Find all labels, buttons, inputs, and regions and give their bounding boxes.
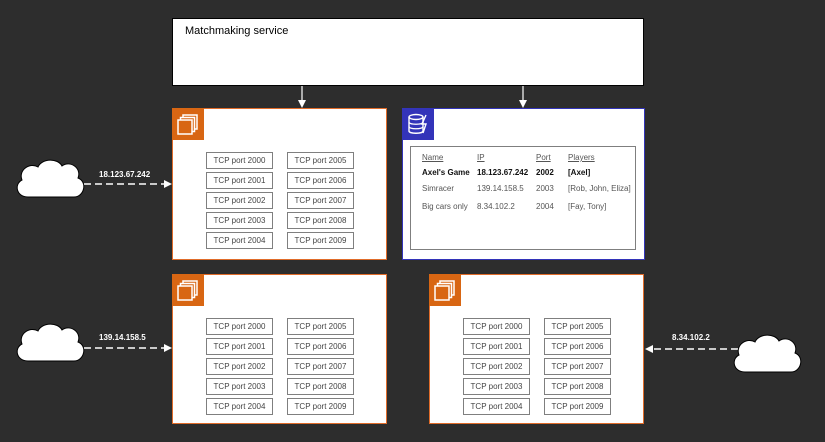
cloud-icon — [733, 334, 802, 373]
port-box: TCP port 2007 — [287, 192, 354, 209]
port-box: TCP port 2006 — [287, 172, 354, 189]
column-header-players: Players — [568, 153, 595, 162]
port-box: TCP port 2000 — [463, 318, 530, 335]
ec2-instances-icon — [428, 273, 461, 306]
port-box: TCP port 2003 — [206, 378, 273, 395]
game-server-1: TCP port 2000 TCP port 2001 TCP port 200… — [171, 107, 387, 260]
cloud-icon — [16, 323, 85, 362]
matchmaking-service-box: Matchmaking service — [172, 18, 644, 86]
port-box: TCP port 2006 — [287, 338, 354, 355]
port-box: TCP port 2003 — [206, 212, 273, 229]
table-cell-players: [Axel] — [568, 168, 591, 177]
client-ip-label-3: 8.34.102.2 — [672, 333, 710, 342]
table-cell-players: [Rob, John, Eliza] — [568, 184, 631, 193]
port-box: TCP port 2003 — [463, 378, 530, 395]
port-box: TCP port 2000 — [206, 318, 273, 335]
ec2-instances-icon — [171, 107, 204, 140]
port-box: TCP port 2004 — [463, 398, 530, 415]
port-box: TCP port 2009 — [287, 232, 354, 249]
port-box: TCP port 2001 — [206, 338, 273, 355]
port-box: TCP port 2005 — [287, 318, 354, 335]
ec2-instances-icon — [171, 273, 204, 306]
table-cell-ip: 139.14.158.5 — [477, 184, 524, 193]
port-box: TCP port 2009 — [287, 398, 354, 415]
game-database: Name IP Port Players Axel's Game 18.123.… — [401, 107, 645, 260]
port-box: TCP port 2007 — [544, 358, 611, 375]
port-box: TCP port 2009 — [544, 398, 611, 415]
port-box: TCP port 2008 — [287, 212, 354, 229]
cloud-icon — [16, 159, 85, 198]
games-table: Name IP Port Players Axel's Game 18.123.… — [410, 146, 636, 250]
port-box: TCP port 2002 — [463, 358, 530, 375]
port-box: TCP port 2000 — [206, 152, 273, 169]
port-box: TCP port 2002 — [206, 192, 273, 209]
port-box: TCP port 2007 — [287, 358, 354, 375]
port-box: TCP port 2008 — [544, 378, 611, 395]
table-cell-port: 2003 — [536, 184, 554, 193]
port-box: TCP port 2001 — [463, 338, 530, 355]
port-box: TCP port 2001 — [206, 172, 273, 189]
matchmaking-service-title: Matchmaking service — [185, 25, 289, 37]
table-cell-ip: 18.123.67.242 — [477, 168, 529, 177]
client-ip-label-2: 139.14.158.5 — [99, 333, 146, 342]
port-box: TCP port 2006 — [544, 338, 611, 355]
port-box: TCP port 2002 — [206, 358, 273, 375]
table-cell-name: Big cars only — [422, 202, 468, 211]
table-cell-port: 2004 — [536, 202, 554, 211]
column-header-ip: IP — [477, 153, 485, 162]
port-box: TCP port 2005 — [544, 318, 611, 335]
table-cell-players: [Fay, Tony] — [568, 202, 607, 211]
game-server-3: TCP port 2000 TCP port 2001 TCP port 200… — [428, 273, 644, 424]
column-header-port: Port — [536, 153, 551, 162]
port-box: TCP port 2008 — [287, 378, 354, 395]
dynamodb-icon — [401, 107, 434, 140]
port-box: TCP port 2004 — [206, 232, 273, 249]
table-cell-port: 2002 — [536, 168, 554, 177]
table-cell-ip: 8.34.102.2 — [477, 202, 515, 211]
column-header-name: Name — [422, 153, 444, 162]
game-server-2: TCP port 2000 TCP port 2001 TCP port 200… — [171, 273, 387, 424]
table-cell-name: Simracer — [422, 184, 455, 193]
port-box: TCP port 2004 — [206, 398, 273, 415]
table-cell-name: Axel's Game — [422, 168, 470, 177]
port-box: TCP port 2005 — [287, 152, 354, 169]
client-ip-label-1: 18.123.67.242 — [99, 170, 151, 179]
